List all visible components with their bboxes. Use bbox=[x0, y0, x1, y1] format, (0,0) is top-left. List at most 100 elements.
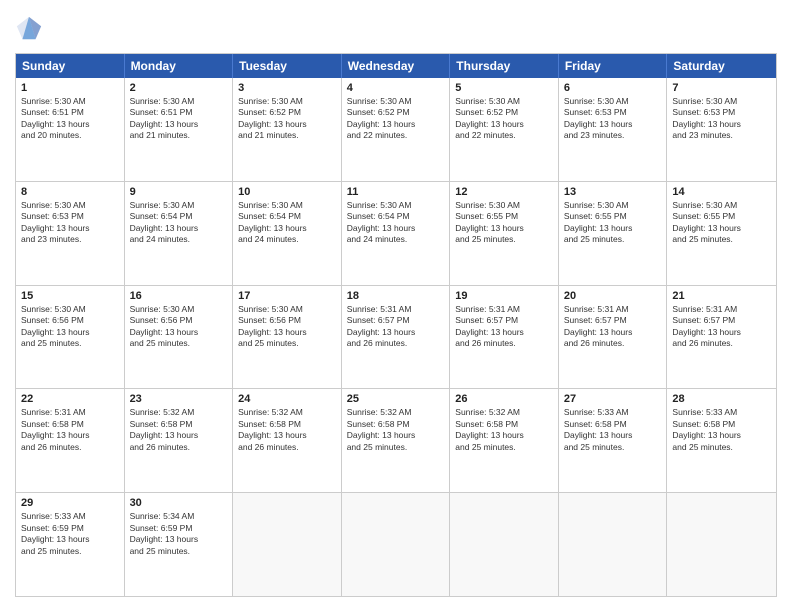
calendar-cell: 25 Sunrise: 5:32 AM Sunset: 6:58 PM Dayli… bbox=[342, 389, 451, 492]
calendar-header-cell: Wednesday bbox=[342, 54, 451, 78]
calendar-cell bbox=[450, 493, 559, 596]
day-number: 28 bbox=[672, 393, 771, 405]
day-info: Sunrise: 5:30 AM Sunset: 6:56 PM Dayligh… bbox=[130, 304, 228, 350]
day-info: Sunrise: 5:30 AM Sunset: 6:52 PM Dayligh… bbox=[238, 96, 336, 142]
calendar-cell: 17 Sunrise: 5:30 AM Sunset: 6:56 PM Dayli… bbox=[233, 286, 342, 389]
calendar-header-cell: Thursday bbox=[450, 54, 559, 78]
day-number: 6 bbox=[564, 82, 662, 94]
day-info: Sunrise: 5:34 AM Sunset: 6:59 PM Dayligh… bbox=[130, 511, 228, 557]
calendar-header: SundayMondayTuesdayWednesdayThursdayFrid… bbox=[16, 54, 776, 78]
day-number: 5 bbox=[455, 82, 553, 94]
day-info: Sunrise: 5:30 AM Sunset: 6:53 PM Dayligh… bbox=[564, 96, 662, 142]
day-info: Sunrise: 5:32 AM Sunset: 6:58 PM Dayligh… bbox=[347, 407, 445, 453]
calendar-row: 15 Sunrise: 5:30 AM Sunset: 6:56 PM Dayli… bbox=[16, 286, 776, 390]
calendar-cell: 11Sunrise: 5:30 AM Sunset: 6:54 PM Dayli… bbox=[342, 182, 451, 285]
calendar-cell: 14 Sunrise: 5:30 AM Sunset: 6:55 PM Dayli… bbox=[667, 182, 776, 285]
day-info: Sunrise: 5:30 AM Sunset: 6:53 PM Dayligh… bbox=[672, 96, 771, 142]
day-info: Sunrise: 5:30 AM Sunset: 6:55 PM Dayligh… bbox=[455, 200, 553, 246]
day-info: Sunrise: 5:30 AM Sunset: 6:56 PM Dayligh… bbox=[238, 304, 336, 350]
calendar-cell: 15Sunrise: 5:30 AM Sunset: 6:56 PM Dayli… bbox=[16, 286, 125, 389]
calendar-row: 1 Sunrise: 5:30 AM Sunset: 6:51 PM Daylig… bbox=[16, 78, 776, 182]
day-number: 10 bbox=[238, 186, 336, 198]
day-number: 23 bbox=[130, 393, 228, 405]
calendar-cell bbox=[559, 493, 668, 596]
calendar-body: 1 Sunrise: 5:30 AM Sunset: 6:51 PM Daylig… bbox=[16, 78, 776, 596]
calendar-cell: 3 Sunrise: 5:30 AM Sunset: 6:52 PM Daylig… bbox=[233, 78, 342, 181]
day-info: Sunrise: 5:32 AM Sunset: 6:58 PM Dayligh… bbox=[455, 407, 553, 453]
calendar-cell: 19 Sunrise: 5:31 AM Sunset: 6:57 PM Dayli… bbox=[450, 286, 559, 389]
day-info: Sunrise: 5:31 AM Sunset: 6:58 PM Dayligh… bbox=[21, 407, 119, 453]
day-number: 3 bbox=[238, 82, 336, 94]
calendar-cell: 24Sunrise: 5:32 AM Sunset: 6:58 PM Dayli… bbox=[233, 389, 342, 492]
calendar-row: 29 Sunrise: 5:33 AM Sunset: 6:59 PM Dayli… bbox=[16, 493, 776, 596]
calendar-cell: 29 Sunrise: 5:33 AM Sunset: 6:59 PM Dayli… bbox=[16, 493, 125, 596]
day-number: 17 bbox=[238, 290, 336, 302]
calendar-cell: 10 Sunrise: 5:30 AM Sunset: 6:54 PM Dayli… bbox=[233, 182, 342, 285]
day-info: Sunrise: 5:32 AM Sunset: 6:58 PM Dayligh… bbox=[130, 407, 228, 453]
day-info: Sunrise: 5:31 AM Sunset: 6:57 PM Dayligh… bbox=[455, 304, 553, 350]
day-info: Sunrise: 5:30 AM Sunset: 6:54 PM Dayligh… bbox=[238, 200, 336, 246]
calendar-cell: 8 Sunrise: 5:30 AM Sunset: 6:53 PM Daylig… bbox=[16, 182, 125, 285]
day-info: Sunrise: 5:30 AM Sunset: 6:55 PM Dayligh… bbox=[564, 200, 662, 246]
calendar-row: 22 Sunrise: 5:31 AM Sunset: 6:58 PM Dayli… bbox=[16, 389, 776, 493]
day-number: 8 bbox=[21, 186, 119, 198]
day-info: Sunrise: 5:33 AM Sunset: 6:59 PM Dayligh… bbox=[21, 511, 119, 557]
day-number: 13 bbox=[564, 186, 662, 198]
calendar-row: 8 Sunrise: 5:30 AM Sunset: 6:53 PM Daylig… bbox=[16, 182, 776, 286]
calendar: SundayMondayTuesdayWednesdayThursdayFrid… bbox=[15, 53, 777, 597]
day-number: 26 bbox=[455, 393, 553, 405]
calendar-cell bbox=[342, 493, 451, 596]
day-number: 4 bbox=[347, 82, 445, 94]
day-info: Sunrise: 5:30 AM Sunset: 6:52 PM Dayligh… bbox=[347, 96, 445, 142]
day-info: Sunrise: 5:30 AM Sunset: 6:53 PM Dayligh… bbox=[21, 200, 119, 246]
header bbox=[15, 15, 777, 43]
calendar-cell: 7Sunrise: 5:30 AM Sunset: 6:53 PM Daylig… bbox=[667, 78, 776, 181]
logo bbox=[15, 15, 45, 43]
day-number: 14 bbox=[672, 186, 771, 198]
day-number: 1 bbox=[21, 82, 119, 94]
day-info: Sunrise: 5:30 AM Sunset: 6:51 PM Dayligh… bbox=[21, 96, 119, 142]
calendar-header-cell: Saturday bbox=[667, 54, 776, 78]
logo-icon bbox=[15, 15, 43, 43]
day-number: 12 bbox=[455, 186, 553, 198]
day-info: Sunrise: 5:31 AM Sunset: 6:57 PM Dayligh… bbox=[564, 304, 662, 350]
calendar-header-cell: Friday bbox=[559, 54, 668, 78]
calendar-cell: 21Sunrise: 5:31 AM Sunset: 6:57 PM Dayli… bbox=[667, 286, 776, 389]
calendar-cell: 9Sunrise: 5:30 AM Sunset: 6:54 PM Daylig… bbox=[125, 182, 234, 285]
calendar-cell: 22 Sunrise: 5:31 AM Sunset: 6:58 PM Dayli… bbox=[16, 389, 125, 492]
day-info: Sunrise: 5:33 AM Sunset: 6:58 PM Dayligh… bbox=[672, 407, 771, 453]
day-info: Sunrise: 5:30 AM Sunset: 6:51 PM Dayligh… bbox=[130, 96, 228, 142]
day-number: 11 bbox=[347, 186, 445, 198]
day-number: 21 bbox=[672, 290, 771, 302]
calendar-cell: 30 Sunrise: 5:34 AM Sunset: 6:59 PM Dayli… bbox=[125, 493, 234, 596]
calendar-header-cell: Sunday bbox=[16, 54, 125, 78]
day-number: 22 bbox=[21, 393, 119, 405]
calendar-cell bbox=[233, 493, 342, 596]
day-info: Sunrise: 5:31 AM Sunset: 6:57 PM Dayligh… bbox=[347, 304, 445, 350]
page: SundayMondayTuesdayWednesdayThursdayFrid… bbox=[0, 0, 792, 612]
calendar-cell: 1 Sunrise: 5:30 AM Sunset: 6:51 PM Daylig… bbox=[16, 78, 125, 181]
calendar-cell bbox=[667, 493, 776, 596]
day-number: 30 bbox=[130, 497, 228, 509]
calendar-cell: 18 Sunrise: 5:31 AM Sunset: 6:57 PM Dayli… bbox=[342, 286, 451, 389]
calendar-header-cell: Tuesday bbox=[233, 54, 342, 78]
day-number: 25 bbox=[347, 393, 445, 405]
day-number: 19 bbox=[455, 290, 553, 302]
calendar-cell: 13 Sunrise: 5:30 AM Sunset: 6:55 PM Dayli… bbox=[559, 182, 668, 285]
calendar-cell: 6 Sunrise: 5:30 AM Sunset: 6:53 PM Daylig… bbox=[559, 78, 668, 181]
day-info: Sunrise: 5:30 AM Sunset: 6:55 PM Dayligh… bbox=[672, 200, 771, 246]
day-info: Sunrise: 5:30 AM Sunset: 6:52 PM Dayligh… bbox=[455, 96, 553, 142]
calendar-cell: 27Sunrise: 5:33 AM Sunset: 6:58 PM Dayli… bbox=[559, 389, 668, 492]
day-info: Sunrise: 5:33 AM Sunset: 6:58 PM Dayligh… bbox=[564, 407, 662, 453]
calendar-cell: 28 Sunrise: 5:33 AM Sunset: 6:58 PM Dayli… bbox=[667, 389, 776, 492]
day-number: 20 bbox=[564, 290, 662, 302]
day-number: 18 bbox=[347, 290, 445, 302]
calendar-cell: 4 Sunrise: 5:30 AM Sunset: 6:52 PM Daylig… bbox=[342, 78, 451, 181]
calendar-cell: 26 Sunrise: 5:32 AM Sunset: 6:58 PM Dayli… bbox=[450, 389, 559, 492]
day-number: 16 bbox=[130, 290, 228, 302]
day-number: 15 bbox=[21, 290, 119, 302]
calendar-cell: 12 Sunrise: 5:30 AM Sunset: 6:55 PM Dayli… bbox=[450, 182, 559, 285]
calendar-cell: 2Sunrise: 5:30 AM Sunset: 6:51 PM Daylig… bbox=[125, 78, 234, 181]
calendar-cell: 16 Sunrise: 5:30 AM Sunset: 6:56 PM Dayli… bbox=[125, 286, 234, 389]
day-number: 29 bbox=[21, 497, 119, 509]
